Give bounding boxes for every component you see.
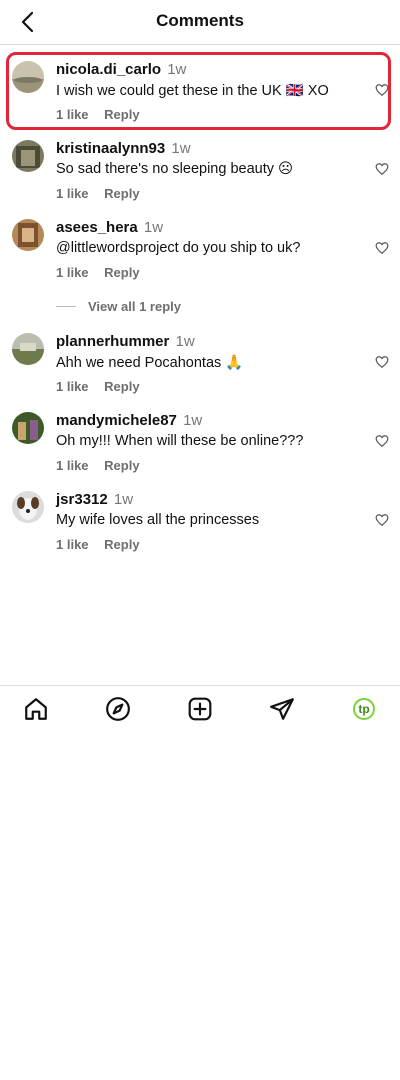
reply-divider: [56, 306, 76, 307]
timestamp: 1w: [167, 61, 187, 78]
comment-meta: 1 like Reply: [56, 537, 152, 552]
like-count[interactable]: 1 like: [56, 107, 89, 122]
home-icon: [25, 698, 47, 720]
heart-icon[interactable]: [375, 162, 389, 176]
timestamp: 1w: [171, 140, 191, 157]
comment-header: plannerhummer 1w: [56, 333, 195, 350]
username[interactable]: plannerhummer: [56, 333, 169, 350]
comment-meta: 1 like Reply: [56, 107, 152, 122]
username[interactable]: kristinaalynn93: [56, 140, 165, 157]
explore-icon: [106, 697, 130, 721]
send-icon: [270, 698, 294, 720]
tab-messages[interactable]: [268, 695, 296, 723]
comment-item: nicola.di_carlo 1w I wish we could get t…: [0, 61, 400, 133]
tab-profile[interactable]: tp: [350, 695, 378, 723]
tab-home[interactable]: [22, 695, 50, 723]
avatar[interactable]: [12, 61, 44, 93]
comment-text: My wife loves all the princesses: [56, 512, 260, 528]
reply-button[interactable]: Reply: [104, 107, 139, 122]
comment-meta: 1 like Reply: [56, 186, 152, 201]
heart-icon[interactable]: [375, 513, 389, 527]
avatar[interactable]: [12, 333, 44, 365]
comment-item: kristinaalynn93 1w So sad there's no sle…: [0, 140, 400, 212]
comment-text: Ahh we need Pocahontas 🙏: [56, 355, 244, 371]
like-count[interactable]: 1 like: [56, 379, 89, 394]
comment-item: mandymichele87 1w Oh my!!! When will the…: [0, 412, 400, 484]
comment-text: Oh my!!! When will these be online???: [56, 433, 304, 449]
header: Comments: [0, 0, 400, 45]
comment-meta: 1 like Reply: [56, 458, 152, 473]
comment-header: asees_hera 1w: [56, 219, 163, 236]
username[interactable]: mandymichele87: [56, 412, 177, 429]
comment-header: jsr3312 1w: [56, 491, 133, 508]
comment-text: @littlewordsproject do you ship to uk?: [56, 240, 301, 256]
bottom-tab-bar: tp: [0, 685, 400, 732]
heart-icon[interactable]: [375, 83, 389, 97]
avatar[interactable]: [12, 140, 44, 172]
timestamp: 1w: [183, 412, 203, 429]
reply-button[interactable]: Reply: [104, 265, 139, 280]
comment-item: asees_hera 1w @littlewordsproject do you…: [0, 219, 400, 291]
comment-item: plannerhummer 1w Ahh we need Pocahontas …: [0, 333, 400, 405]
heart-icon[interactable]: [375, 355, 389, 369]
comment-item: jsr3312 1w My wife loves all the princes…: [0, 491, 400, 563]
avatar[interactable]: [12, 491, 44, 523]
like-count[interactable]: 1 like: [56, 186, 89, 201]
timestamp: 1w: [113, 491, 134, 508]
comment-meta: 1 like Reply: [56, 265, 152, 280]
timestamp: 1w: [175, 333, 195, 350]
comment-header: kristinaalynn93 1w: [56, 140, 191, 157]
username[interactable]: jsr3312: [56, 491, 108, 508]
avatar[interactable]: [12, 412, 44, 444]
username[interactable]: nicola.di_carlo: [56, 61, 161, 78]
timestamp: 1w: [143, 219, 164, 236]
comment-header: nicola.di_carlo 1w: [56, 61, 186, 78]
profile-icon: tp: [353, 698, 375, 720]
reply-button[interactable]: Reply: [104, 379, 139, 394]
reply-button[interactable]: Reply: [104, 537, 139, 552]
view-replies-link[interactable]: View all 1 reply: [88, 299, 181, 314]
comment-text: I wish we could get these in the UK 🇬🇧 X…: [56, 83, 329, 99]
reply-button[interactable]: Reply: [104, 458, 139, 473]
comment-header: mandymichele87 1w: [56, 412, 202, 429]
like-count[interactable]: 1 like: [56, 458, 89, 473]
page-title: Comments: [156, 11, 244, 30]
heart-icon[interactable]: [375, 434, 389, 448]
comment-text: So sad there's no sleeping beauty ☹: [56, 161, 294, 177]
new-post-icon: [188, 697, 212, 721]
tab-new-post[interactable]: [186, 695, 214, 723]
like-count[interactable]: 1 like: [56, 265, 89, 280]
like-count[interactable]: 1 like: [56, 537, 89, 552]
comment-meta: 1 like Reply: [56, 379, 152, 394]
username[interactable]: asees_hera: [56, 219, 138, 236]
profile-initials: tp: [358, 702, 370, 716]
heart-icon[interactable]: [375, 241, 389, 255]
tab-explore[interactable]: [104, 695, 132, 723]
reply-button[interactable]: Reply: [104, 186, 139, 201]
avatar[interactable]: [12, 219, 44, 251]
